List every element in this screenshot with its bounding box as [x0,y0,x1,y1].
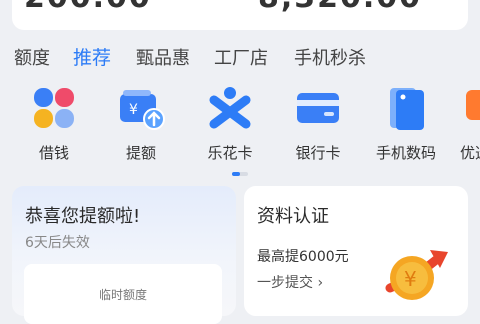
icon-item-lehua-card[interactable]: 乐花卡 [192,84,268,163]
four-petal-icon [30,84,78,132]
tab-phone-flash-sale[interactable]: 手机秒杀 [294,44,366,70]
temporary-limit-box: 临时额度 [24,264,222,324]
tab-recommend[interactable]: 推荐 [73,43,111,70]
service-icons-row: 借钱 ¥ 提额 乐花卡 银行卡 手机数码 优 [0,84,480,170]
temporary-limit-label: 临时额度 [98,288,147,302]
icon-item-bank-card[interactable]: 银行卡 [280,84,356,163]
verification-max-amount: 最高提6000元 [257,249,349,265]
limit-raise-card[interactable]: 恭喜您提额啦! 6天后失效 临时额度 [12,186,236,324]
icon-label-raise-limit: 提额 [125,144,156,162]
top-amount-right: 8,320.00 [258,0,422,15]
coin-arrow-icon: ¥ [384,238,464,308]
icon-item-borrow[interactable]: 借钱 [16,84,92,163]
tab-quota[interactable]: 额度 [14,44,50,70]
icon-item-phone-digital[interactable]: 手机数码 [368,84,444,163]
icon-label-preferred: 优选 [460,144,480,162]
wallet-up-icon: ¥ [117,84,165,132]
icon-item-raise-limit[interactable]: ¥ 提额 [103,84,179,163]
verification-submit-link[interactable]: 一步提交 › [257,272,323,292]
icon-label-lehua-card: 乐花卡 [207,144,253,162]
top-amount-left: 200.00 [24,0,152,15]
icon-label-bank-card: 银行卡 [295,144,341,162]
tab-selected-deals[interactable]: 甄品惠 [136,44,190,70]
phone-icon [382,84,430,132]
svg-text:¥: ¥ [404,267,417,291]
icon-label-borrow: 借钱 [38,144,69,162]
tab-factory-store[interactable]: 工厂店 [214,44,268,70]
svg-text:¥: ¥ [129,102,138,118]
limit-raise-title: 恭喜您提额啦! [25,206,141,227]
verification-title: 资料认证 [257,206,329,227]
icon-label-phone-digital: 手机数码 [375,144,436,162]
page-indicator [222,172,258,176]
x-star-icon [206,84,254,132]
icon-item-preferred[interactable]: 优选 [452,84,480,163]
verification-card[interactable]: 资料认证 最高提6000元 一步提交 › ¥ [244,186,468,316]
category-tabs: 额度 推荐 甄品惠 工厂店 手机秒杀 [0,40,480,72]
limit-raise-expiry: 6天后失效 [25,235,90,251]
bank-card-icon [294,84,342,132]
indicator-thumb [232,172,240,176]
more-icon [452,84,480,132]
